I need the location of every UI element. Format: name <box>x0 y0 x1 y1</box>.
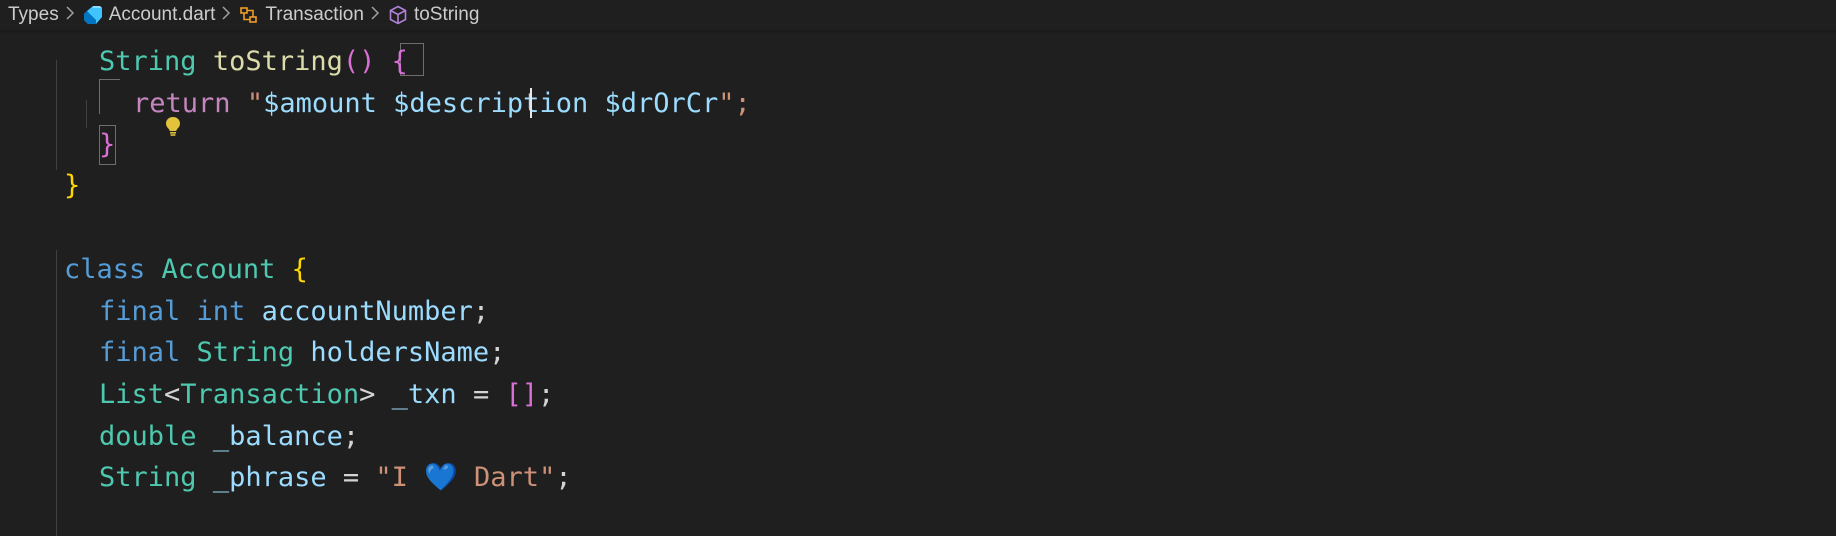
code-area[interactable]: String toString() { return "$amount $des… <box>0 0 1836 536</box>
code-line[interactable]: } <box>64 166 80 206</box>
chevron-right-icon <box>370 5 380 25</box>
token-field: _txn <box>391 379 457 410</box>
indent-guide <box>56 250 57 536</box>
token-parens: () <box>342 46 376 77</box>
token-brace: { <box>291 254 308 285</box>
breadcrumb: Types Account.dart Transaction toString <box>0 0 1836 30</box>
token-field: _phrase <box>212 462 327 493</box>
token-brace: } <box>64 170 81 201</box>
token-brace: } <box>99 129 116 160</box>
bracket-match-box <box>99 79 120 114</box>
token-type: String <box>99 462 197 493</box>
breadcrumb-label: Transaction <box>265 4 364 25</box>
token-field: holdersName <box>310 337 490 368</box>
token-brace: { <box>391 46 408 77</box>
code-line[interactable]: } <box>99 125 115 165</box>
token-class-name: Account <box>161 254 276 285</box>
token-punct: = <box>342 462 360 493</box>
token-function: toString <box>212 46 343 77</box>
token-punct: ; <box>472 296 490 327</box>
token-string: "; <box>718 88 751 119</box>
token-field: accountNumber <box>261 296 473 327</box>
code-line[interactable]: final String holdersName; <box>99 333 505 373</box>
token-punct: ; <box>342 421 360 452</box>
code-editor[interactable]: String toString() { return "$amount $des… <box>0 0 1836 536</box>
token-keyword: final <box>99 296 181 327</box>
token-keyword: class <box>64 254 146 285</box>
method-icon <box>387 4 409 26</box>
token-string: " <box>246 88 264 119</box>
breadcrumb-item-file[interactable]: Account.dart <box>82 4 216 26</box>
token-type: double <box>99 421 197 452</box>
breadcrumb-label: Account.dart <box>108 4 216 25</box>
token-field: _balance <box>212 421 343 452</box>
breadcrumb-label: toString <box>413 4 480 25</box>
token-string: "I 💙 Dart" <box>375 462 556 493</box>
breadcrumb-item-class[interactable]: Transaction <box>238 4 364 26</box>
lightbulb-icon[interactable] <box>64 82 180 136</box>
dart-file-icon <box>82 4 104 26</box>
code-line[interactable]: return "$amount $description $drOrCr"; <box>133 84 751 124</box>
code-line[interactable]: class Account { <box>64 250 308 290</box>
token-type: Transaction <box>180 379 360 410</box>
token-punct: ; <box>489 337 506 368</box>
code-line[interactable]: String toString() { <box>99 42 408 82</box>
chevron-right-icon <box>65 5 75 25</box>
token-punct: ; <box>537 379 555 410</box>
breadcrumb-item-types[interactable]: Types <box>8 4 59 26</box>
class-icon <box>238 4 260 26</box>
token-keyword: final <box>99 337 181 368</box>
indent-guide <box>56 60 57 170</box>
breadcrumb-label: Types <box>8 4 59 25</box>
token-type: List <box>99 379 165 410</box>
token-punct: ; <box>555 462 572 493</box>
token-interpolation: $description <box>393 88 589 119</box>
token-type: int <box>196 296 246 327</box>
code-line[interactable]: List<Transaction> _txn = []; <box>99 375 554 415</box>
token-punct: < <box>164 379 181 410</box>
breadcrumb-item-method[interactable]: toString <box>387 4 479 26</box>
chevron-right-icon <box>221 5 231 25</box>
token-type: String <box>99 46 197 77</box>
code-line[interactable]: final int accountNumber; <box>99 292 489 332</box>
token-interpolation: $drOrCr <box>604 88 719 119</box>
token-type: String <box>196 337 295 368</box>
text-cursor <box>530 88 532 118</box>
code-line[interactable]: String _phrase = "I 💙 Dart"; <box>99 458 572 498</box>
token-interpolation: $amount <box>263 88 377 119</box>
code-line[interactable]: double _balance; <box>99 417 359 457</box>
token-punct: = <box>472 379 490 410</box>
token-punct: > <box>359 379 376 410</box>
token-brackets: [] <box>505 379 538 410</box>
